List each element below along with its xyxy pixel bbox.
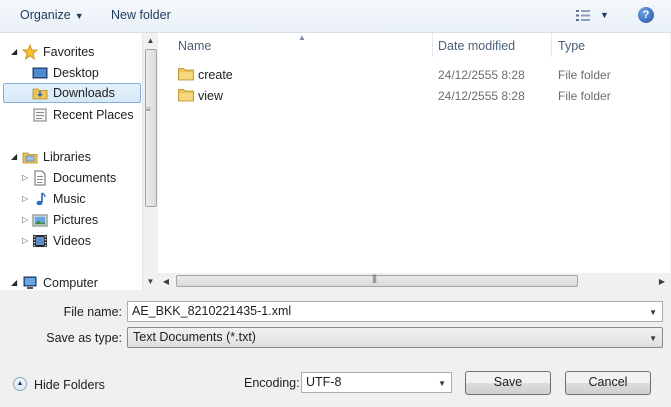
file-name: create (198, 68, 233, 82)
column-header-date-modified[interactable]: Date modified (438, 39, 515, 53)
nav-desktop-label: Desktop (53, 66, 99, 80)
music-icon (36, 192, 46, 206)
file-name-field[interactable]: AE_BKK_8210221435-1.xml ▼ (127, 301, 663, 322)
folder-icon (178, 89, 194, 102)
nav-music[interactable]: ▷ Music (0, 189, 142, 209)
nav-libraries-label: Libraries (43, 150, 91, 164)
recent-places-icon (33, 108, 47, 122)
collapsed-triangle-icon[interactable]: ▷ (22, 236, 28, 245)
collapsed-triangle-icon[interactable]: ▷ (22, 215, 28, 224)
chevron-down-icon: ▼ (438, 379, 446, 388)
new-folder-button[interactable]: New folder (111, 8, 171, 22)
views-icon[interactable] (576, 10, 590, 21)
file-row[interactable]: create 24/12/2555 8:28 File folder (158, 64, 670, 84)
column-divider[interactable] (432, 33, 433, 57)
encoding-select[interactable]: UTF-8 ▼ (301, 372, 452, 393)
collapsed-triangle-icon[interactable]: ▷ (22, 194, 28, 203)
nav-computer-label: Computer (43, 276, 98, 290)
expanded-triangle-icon[interactable]: ◢ (11, 278, 17, 287)
expanded-triangle-icon[interactable]: ◢ (11, 47, 17, 56)
chevron-down-icon: ▼ (74, 11, 84, 21)
column-header-name[interactable]: Name (178, 39, 211, 53)
nav-libraries[interactable]: ◢ Libraries (0, 147, 142, 167)
downloads-folder-icon (32, 88, 48, 100)
nav-desktop[interactable]: Desktop (0, 63, 142, 83)
nav-pictures[interactable]: ▷ Pictures (0, 210, 142, 230)
nav-pictures-label: Pictures (53, 213, 99, 227)
navigation-pane: ◢ Favorites Desktop Downloads Recent Pla… (0, 33, 142, 290)
column-header-type[interactable]: Type (558, 39, 585, 53)
nav-favorites[interactable]: ◢ Favorites (0, 42, 142, 62)
videos-icon (33, 235, 47, 247)
file-row[interactable]: view 24/12/2555 8:28 File folder (158, 85, 670, 105)
nav-documents[interactable]: ▷ Documents (0, 168, 142, 188)
nav-documents-label: Documents (53, 171, 117, 185)
encoding-label: Encoding: (244, 376, 300, 390)
organize-label: Organize (20, 8, 71, 22)
scroll-grip-icon: ||| (372, 273, 377, 283)
hide-folders-button[interactable]: Hide Folders (34, 378, 105, 392)
nav-favorites-label: Favorites (43, 45, 95, 59)
nav-recent-places[interactable]: Recent Places (0, 105, 142, 125)
documents-icon (34, 170, 46, 186)
file-name: view (198, 89, 224, 103)
nav-videos[interactable]: ▷ Videos (0, 231, 142, 251)
nav-recent-places-label: Recent Places (53, 108, 134, 122)
file-type: File folder (558, 68, 611, 82)
help-icon[interactable]: ? (638, 7, 654, 23)
computer-icon (23, 276, 37, 289)
save-as-type-value: Text Documents (*.txt) (133, 330, 256, 344)
scroll-down-icon[interactable]: ▼ (143, 274, 158, 290)
save-as-type-select[interactable]: Text Documents (*.txt) ▼ (127, 327, 663, 348)
views-dropdown-icon[interactable]: ▼ (600, 10, 609, 20)
save-as-type-label: Save as type: (46, 331, 122, 345)
file-date-modified: 24/12/2555 8:28 (438, 68, 525, 82)
command-bar: Organize ▼ New folder ▼ ? (0, 0, 671, 33)
encoding-value: UTF-8 (306, 375, 342, 389)
pictures-icon (32, 214, 48, 227)
file-name-value: AE_BKK_8210221435-1.xml (132, 304, 292, 318)
star-icon (22, 44, 38, 60)
file-name-label: File name: (63, 305, 122, 319)
chevron-down-icon: ▼ (649, 334, 657, 343)
desktop-icon (32, 67, 48, 79)
organize-button[interactable]: Organize ▼ (20, 8, 84, 22)
scroll-up-icon[interactable]: ▲ (143, 33, 158, 49)
file-list: ▲ Name Date modified Type create 24/12/2… (158, 33, 670, 273)
nav-vertical-scrollbar[interactable]: ▲ ≡ ▼ (142, 33, 158, 290)
libraries-icon (22, 152, 38, 164)
chevron-down-icon[interactable]: ▼ (649, 308, 657, 317)
scroll-left-icon[interactable]: ◀ (158, 273, 174, 290)
nav-videos-label: Videos (53, 234, 91, 248)
save-button[interactable]: Save (465, 371, 551, 395)
folder-icon (178, 68, 194, 81)
scrollbar-thumb[interactable] (145, 49, 157, 207)
scroll-grip-icon: ≡ (146, 105, 151, 114)
file-type: File folder (558, 89, 611, 103)
nav-downloads-label: Downloads (53, 86, 115, 100)
column-divider[interactable] (551, 33, 552, 57)
file-list-horizontal-scrollbar[interactable]: ◀ ||| ▶ (158, 273, 670, 290)
collapsed-triangle-icon[interactable]: ▷ (22, 173, 28, 182)
hide-folders-icon[interactable]: ▲ (13, 377, 27, 391)
nav-computer[interactable]: ◢ Computer (0, 273, 142, 290)
sort-ascending-icon: ▲ (298, 33, 306, 42)
nav-downloads[interactable]: Downloads (3, 83, 141, 103)
expanded-triangle-icon[interactable]: ◢ (11, 152, 17, 161)
scroll-right-icon[interactable]: ▶ (654, 273, 670, 290)
cancel-button[interactable]: Cancel (565, 371, 651, 395)
nav-music-label: Music (53, 192, 86, 206)
scrollbar-thumb[interactable] (176, 275, 578, 287)
file-date-modified: 24/12/2555 8:28 (438, 89, 525, 103)
